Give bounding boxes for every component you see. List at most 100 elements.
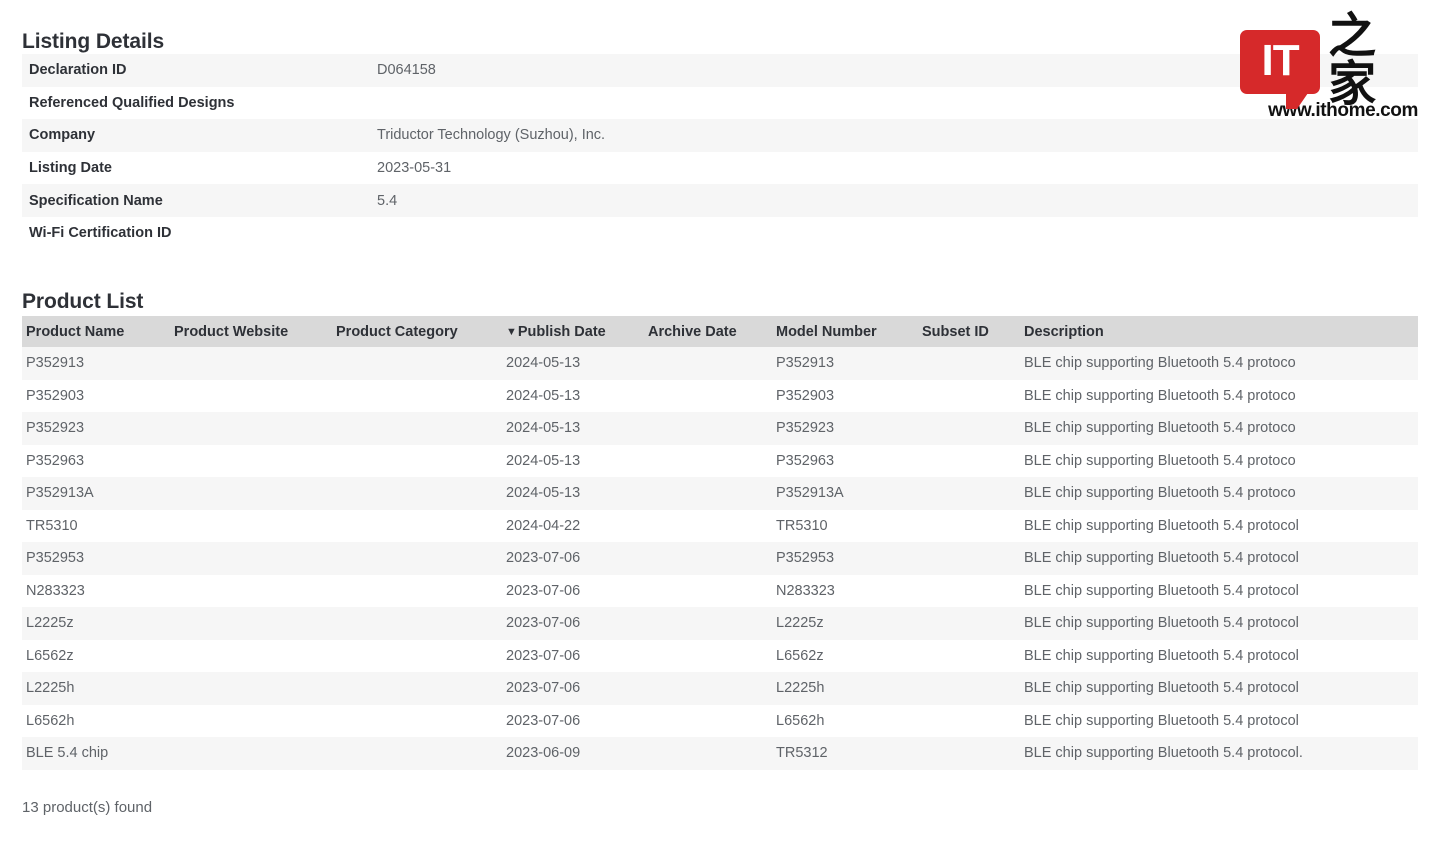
cell-description: BLE chip supporting Bluetooth 5.4 protoc… — [1020, 380, 1418, 413]
cell-product-name: L6562z — [22, 640, 170, 673]
cell-model-number: L6562h — [772, 705, 918, 738]
cell-archive-date — [644, 477, 772, 510]
listing-details-heading: Listing Details — [22, 30, 164, 54]
cell-product-name: P352903 — [22, 380, 170, 413]
cell-archive-date — [644, 575, 772, 608]
cell-archive-date — [644, 542, 772, 575]
column-header-product-name[interactable]: Product Name — [22, 316, 170, 347]
cell-archive-date — [644, 412, 772, 445]
cell-product-name: P352923 — [22, 412, 170, 445]
cell-description: BLE chip supporting Bluetooth 5.4 protoc… — [1020, 737, 1418, 770]
column-header-publish-date[interactable]: ▼Publish Date — [502, 316, 644, 347]
cell-product-category — [332, 672, 502, 705]
cell-model-number: L2225h — [772, 672, 918, 705]
listing-value-listing-date: 2023-05-31 — [374, 152, 1418, 185]
cell-product-website — [170, 705, 332, 738]
column-header-description[interactable]: Description — [1020, 316, 1418, 347]
cell-subset-id — [918, 672, 1020, 705]
listing-label-listing-date: Listing Date — [22, 152, 374, 185]
cell-subset-id — [918, 705, 1020, 738]
cell-product-name: L2225z — [22, 607, 170, 640]
cell-subset-id — [918, 477, 1020, 510]
cell-product-category — [332, 510, 502, 543]
listing-value-specification-name: 5.4 — [374, 184, 1418, 217]
cell-subset-id — [918, 737, 1020, 770]
cell-archive-date — [644, 607, 772, 640]
table-row: L2225h2023-07-06L2225hBLE chip supportin… — [22, 672, 1418, 705]
cell-publish-date: 2024-05-13 — [502, 347, 644, 380]
cell-archive-date — [644, 640, 772, 673]
cell-product-website — [170, 510, 332, 543]
table-row: Specification Name 5.4 — [22, 184, 1418, 217]
cell-subset-id — [918, 347, 1020, 380]
cell-product-name: P352963 — [22, 445, 170, 478]
cell-publish-date: 2024-05-13 — [502, 445, 644, 478]
cell-publish-date: 2023-07-06 — [502, 607, 644, 640]
cell-product-category — [332, 347, 502, 380]
cell-product-website — [170, 445, 332, 478]
cell-product-website — [170, 380, 332, 413]
cell-publish-date: 2024-05-13 — [502, 412, 644, 445]
cell-model-number: TR5310 — [772, 510, 918, 543]
cell-description: BLE chip supporting Bluetooth 5.4 protoc… — [1020, 607, 1418, 640]
cell-description: BLE chip supporting Bluetooth 5.4 protoc… — [1020, 510, 1418, 543]
cell-archive-date — [644, 380, 772, 413]
cell-product-category — [332, 412, 502, 445]
cell-publish-date: 2024-05-13 — [502, 477, 644, 510]
cell-publish-date: 2023-07-06 — [502, 705, 644, 738]
cell-product-category — [332, 380, 502, 413]
listing-label-company: Company — [22, 119, 374, 152]
column-header-product-category[interactable]: Product Category — [332, 316, 502, 347]
ithome-watermark-logo: IT 之家 www.ithome.com — [1240, 26, 1418, 126]
cell-product-category — [332, 705, 502, 738]
cell-product-website — [170, 347, 332, 380]
column-header-product-website[interactable]: Product Website — [170, 316, 332, 347]
cell-subset-id — [918, 575, 1020, 608]
table-row: P3529632024-05-13P352963BLE chip support… — [22, 445, 1418, 478]
cell-model-number: L2225z — [772, 607, 918, 640]
column-header-archive-date[interactable]: Archive Date — [644, 316, 772, 347]
product-list-table: Product Name Product Website Product Cat… — [22, 316, 1418, 770]
table-row: L2225z 2023-07-06 L2225z BLE chip supportin… — [22, 607, 1418, 640]
table-row: BLE 5.4 chip2023-06-09TR5312BLE chip sup… — [22, 737, 1418, 770]
cell-product-name: TR5310 — [22, 510, 170, 543]
cell-publish-date: 2023-07-06 — [502, 640, 644, 673]
listing-label-declaration-id: Declaration ID — [22, 54, 374, 87]
table-row: Declaration ID D064158 — [22, 54, 1418, 87]
column-header-model-number[interactable]: Model Number — [772, 316, 918, 347]
cell-subset-id — [918, 412, 1020, 445]
cell-product-name: L6562h — [22, 705, 170, 738]
cell-publish-date: 2024-05-13 — [502, 380, 644, 413]
column-header-subset-id[interactable]: Subset ID — [918, 316, 1020, 347]
cell-description: BLE chip supporting Bluetooth 5.4 protoc… — [1020, 542, 1418, 575]
product-count-label: 13 product(s) found — [22, 799, 152, 816]
cell-product-name: P352913A — [22, 477, 170, 510]
cell-product-name: P352913 — [22, 347, 170, 380]
listing-value-wifi-certification-id — [374, 217, 1418, 250]
table-row: P3529232024-05-13P352923BLE chip support… — [22, 412, 1418, 445]
product-table-header: Product Name Product Website Product Cat… — [22, 316, 1418, 347]
cell-product-website — [170, 542, 332, 575]
table-row: P3529032024-05-13P352903BLE chip support… — [22, 380, 1418, 413]
table-row: L6562h2023-07-06L6562hBLE chip supportin… — [22, 705, 1418, 738]
cell-product-website — [170, 607, 332, 640]
column-header-publish-date-label: Publish Date — [518, 324, 606, 340]
cell-subset-id — [918, 607, 1020, 640]
cell-product-website — [170, 640, 332, 673]
cell-archive-date — [644, 510, 772, 543]
cell-publish-date: 2023-07-06 — [502, 542, 644, 575]
cell-product-category — [332, 445, 502, 478]
table-row: P352913A2024-05-13P352913ABLE chip suppo… — [22, 477, 1418, 510]
listing-details-table: Declaration ID D064158 Referenced Qualif… — [22, 54, 1418, 250]
cell-subset-id — [918, 380, 1020, 413]
cell-description: BLE chip supporting Bluetooth 5.4 protoc… — [1020, 672, 1418, 705]
logo-chinese-text: 之家 — [1328, 12, 1418, 108]
cell-subset-id — [918, 445, 1020, 478]
cell-model-number: TR5312 — [772, 737, 918, 770]
cell-description: BLE chip supporting Bluetooth 5.4 protoc… — [1020, 575, 1418, 608]
table-row: Company Triductor Technology (Suzhou), I… — [22, 119, 1418, 152]
listing-details-body: Declaration ID D064158 Referenced Qualif… — [22, 54, 1418, 250]
cell-product-website — [170, 477, 332, 510]
listing-label-specification-name: Specification Name — [22, 184, 374, 217]
cell-publish-date: 2023-06-09 — [502, 737, 644, 770]
